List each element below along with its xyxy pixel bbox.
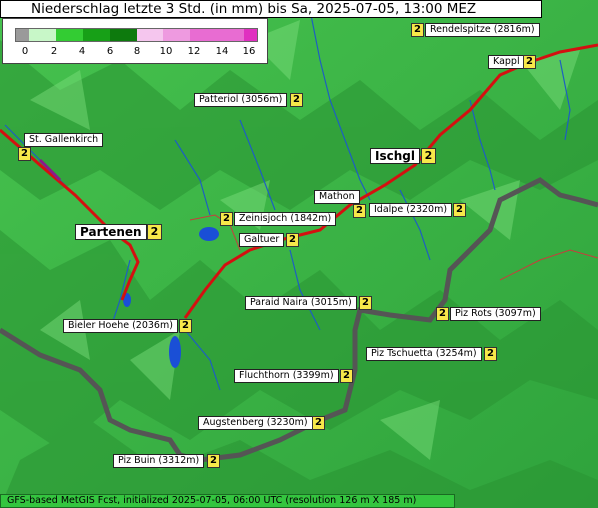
terrain-relief: [0, 0, 598, 508]
place-label-fluchthorn[interactable]: Fluchthorn (3399m): [234, 369, 339, 383]
legend-swatch: [109, 29, 137, 41]
legend-color-scale: [15, 28, 258, 42]
place-label-patteriol[interactable]: Patteriol (3056m): [194, 93, 288, 107]
value-badge: 2: [523, 55, 536, 69]
legend-tick: 12: [187, 46, 201, 57]
legend-swatch: [56, 29, 83, 41]
place-label-piz-tschuetta[interactable]: Piz Tschuetta (3254m): [366, 347, 482, 361]
precipitation-legend: 0 2 4 6 8 10 12 14 16: [2, 18, 268, 64]
legend-swatch: [82, 29, 110, 41]
place-label-mathon[interactable]: Mathon: [314, 190, 360, 204]
value-badge: 2: [18, 147, 31, 161]
place-label-partenen[interactable]: Partenen: [75, 224, 147, 240]
value-badge: 2: [312, 416, 325, 430]
legend-swatch: [29, 29, 57, 41]
place-label-zeinisjoch[interactable]: Zeinisjoch (1842m): [234, 212, 337, 226]
place-label-st-gallenkirch[interactable]: St. Gallenkirch: [24, 133, 104, 147]
value-badge: 2: [207, 454, 220, 468]
value-badge: 2: [359, 296, 372, 310]
silvretta-reservoir: [169, 336, 181, 368]
legend-tick: 2: [50, 46, 58, 57]
value-badge: 2: [286, 233, 299, 247]
place-label-rendelspitze[interactable]: Rendelspitze (2816m): [425, 23, 540, 37]
legend-swatch: [136, 29, 164, 41]
place-label-paraid-naira[interactable]: Paraid Naira (3015m): [245, 296, 357, 310]
legend-swatch: [216, 29, 244, 41]
legend-tick: 6: [106, 46, 114, 57]
value-badge: 2: [453, 203, 466, 217]
legend-swatch: [190, 29, 217, 41]
place-label-ischgl[interactable]: Ischgl: [370, 148, 420, 164]
value-badge: 2: [290, 93, 303, 107]
place-label-kappl[interactable]: Kappl: [488, 55, 525, 69]
value-badge: 2: [411, 23, 424, 37]
place-label-idalpe[interactable]: Idalpe (2320m): [369, 203, 453, 217]
legend-swatch: [163, 29, 191, 41]
legend-tick: 10: [159, 46, 173, 57]
place-label-piz-buin[interactable]: Piz Buin (3312m): [113, 454, 205, 468]
map-title: Niederschlag letzte 3 Std. (in mm) bis S…: [0, 0, 542, 18]
legend-tick: 16: [242, 46, 256, 57]
value-badge: 2: [340, 369, 353, 383]
legend-tick: 14: [215, 46, 229, 57]
place-label-bieler-hoehe[interactable]: Bieler Hoehe (2036m): [63, 319, 178, 333]
place-label-galtuer[interactable]: Galtuer: [239, 233, 285, 247]
legend-tick: 4: [78, 46, 86, 57]
value-badge: 2: [484, 347, 497, 361]
place-label-piz-rots[interactable]: Piz Rots (3097m): [450, 307, 541, 321]
legend-swatch: [16, 29, 30, 41]
legend-tick: 0: [21, 46, 29, 57]
value-badge: 2: [220, 212, 233, 226]
value-badge: 2: [147, 224, 162, 240]
precipitation-map: Niederschlag letzte 3 Std. (in mm) bis S…: [0, 0, 598, 508]
value-badge: 2: [353, 204, 366, 218]
forecast-footer: GFS-based MetGIS Fcst, initialized 2025-…: [0, 494, 455, 508]
legend-swatch: [243, 29, 258, 41]
value-badge: 2: [421, 148, 436, 164]
value-badge: 2: [436, 307, 449, 321]
value-badge: 2: [179, 319, 192, 333]
legend-tick: 8: [133, 46, 141, 57]
place-label-augstenberg[interactable]: Augstenberg (3230m): [198, 416, 313, 430]
kops-reservoir: [199, 227, 219, 241]
